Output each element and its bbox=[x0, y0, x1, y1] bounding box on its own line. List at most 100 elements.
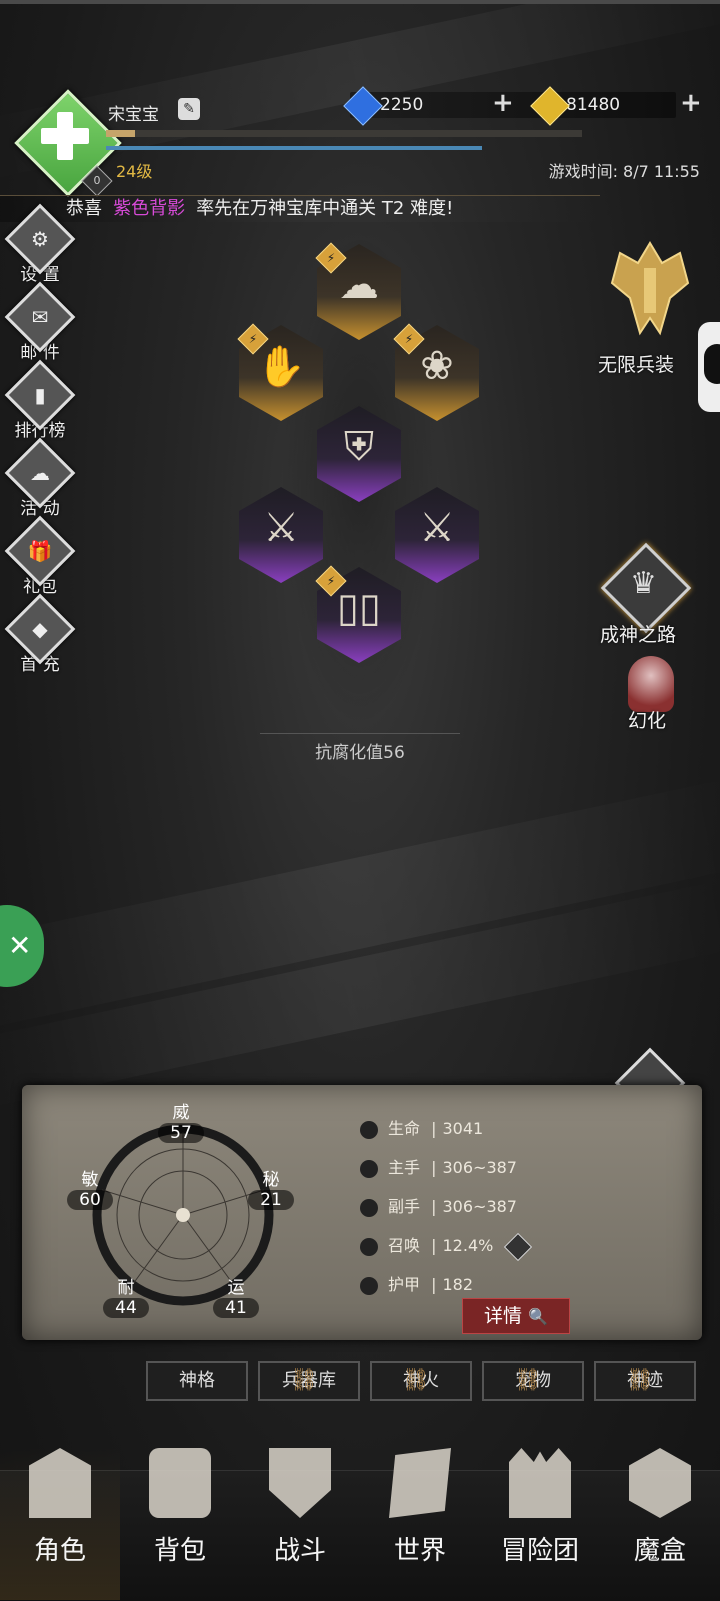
stat-value: 182 bbox=[442, 1275, 474, 1294]
sword-icon bbox=[360, 1159, 378, 1178]
summon-icon bbox=[360, 1237, 378, 1256]
help-icon[interactable] bbox=[504, 1232, 533, 1261]
chain-lock-icon: ⛓ bbox=[514, 1368, 542, 1393]
ranking-button[interactable]: ▮ 排行榜 bbox=[4, 359, 76, 441]
stat-label: 副手 bbox=[388, 1197, 421, 1216]
status-bar bbox=[0, 0, 720, 4]
attribute-mi-label: 秘 bbox=[262, 1170, 280, 1190]
exp-bar bbox=[106, 130, 582, 137]
heart-icon bbox=[360, 1120, 378, 1139]
nav-label: 背包 bbox=[153, 1536, 206, 1566]
stat-row-hp: 生命 | 3041 bbox=[360, 1115, 483, 1139]
nav-label: 角色 bbox=[33, 1536, 86, 1566]
stat-divider: | bbox=[431, 1197, 437, 1216]
diamond-value: 2250 bbox=[380, 95, 424, 115]
mail-button[interactable]: ✉ 邮 件 bbox=[4, 281, 76, 363]
nav-world[interactable]: 世界 bbox=[360, 1448, 480, 1567]
transform-label: 幻化 bbox=[628, 710, 667, 732]
stat-divider: | bbox=[431, 1158, 437, 1177]
tab-divinity[interactable]: 神格 bbox=[146, 1361, 248, 1401]
stat-row-armor: 护甲 | 182 bbox=[360, 1271, 473, 1295]
nav-battle[interactable]: 战斗 bbox=[240, 1448, 360, 1567]
stat-value: 3041 bbox=[442, 1119, 484, 1138]
announcement-text: 率先在万神宝库中通关 T2 难度! bbox=[196, 198, 454, 219]
attribute-wei: 威 57 bbox=[158, 1103, 204, 1143]
attribute-min: 敏 60 bbox=[67, 1170, 113, 1210]
qq-floating-button[interactable] bbox=[698, 322, 720, 412]
nav-character[interactable]: 角色 bbox=[0, 1448, 120, 1600]
gold-value: 81480 bbox=[566, 95, 621, 115]
stat-row-summon: 召唤 | 12.4% bbox=[360, 1232, 533, 1261]
detail-button[interactable]: 详情 🔍 bbox=[462, 1298, 570, 1334]
armor-icon: ⛨ bbox=[344, 424, 374, 470]
chain-lock-icon: ⛓ bbox=[290, 1368, 318, 1393]
player-name: 宋宝宝 bbox=[108, 105, 159, 125]
tab-divine-fire[interactable]: 神火 ⛓ bbox=[370, 1361, 472, 1401]
announcement-bar: 恭喜 紫色背影 率先在万神宝库中通关 T2 难度! bbox=[0, 195, 600, 222]
infinite-weapons-label: 无限兵装 bbox=[598, 354, 675, 376]
first-recharge-button[interactable]: ◆ 首 充 bbox=[4, 593, 76, 675]
attribute-yun: 运 41 bbox=[213, 1278, 259, 1318]
armor-stat-icon bbox=[360, 1276, 378, 1295]
attribute-nai: 耐 44 bbox=[103, 1278, 149, 1318]
tab-pets[interactable]: 宠物 ⛓ bbox=[482, 1361, 584, 1401]
penguin-icon bbox=[704, 344, 720, 384]
attribute-min-label: 敏 bbox=[81, 1170, 99, 1190]
nav-adventure-guild[interactable]: 冒险团 bbox=[480, 1448, 600, 1567]
shield-sword-icon bbox=[269, 1448, 331, 1518]
tab-label: 神格 bbox=[179, 1370, 215, 1391]
edit-name-icon[interactable]: ✎ bbox=[178, 98, 200, 120]
player-level: 24级 bbox=[116, 162, 153, 181]
stat-label: 护甲 bbox=[388, 1275, 421, 1294]
stat-divider: | bbox=[431, 1236, 437, 1255]
attribute-yun-value: 41 bbox=[213, 1298, 259, 1318]
tab-armory[interactable]: 兵器库 ⛓ bbox=[258, 1361, 360, 1401]
stat-value: 306~387 bbox=[442, 1197, 517, 1216]
stat-divider: | bbox=[431, 1119, 437, 1138]
add-diamond-button[interactable]: + bbox=[492, 90, 514, 116]
attribute-mi: 秘 21 bbox=[248, 1170, 294, 1210]
nav-label: 世界 bbox=[393, 1536, 446, 1566]
add-gold-button[interactable]: + bbox=[680, 90, 702, 116]
attribute-yun-label: 运 bbox=[227, 1278, 245, 1298]
stat-label: 主手 bbox=[388, 1158, 421, 1177]
stat-label: 召唤 bbox=[388, 1236, 421, 1255]
path-to-godhood-label: 成神之路 bbox=[600, 624, 677, 646]
stat-divider: | bbox=[431, 1275, 437, 1294]
nav-label: 冒险团 bbox=[500, 1536, 579, 1566]
gift-pack-button[interactable]: 🎁 礼包 bbox=[4, 515, 76, 597]
corruption-resist-value: 抗腐化值56 bbox=[260, 733, 460, 763]
attribute-nai-value: 44 bbox=[103, 1298, 149, 1318]
exp-bar-fill bbox=[106, 130, 135, 137]
attribute-min-value: 60 bbox=[67, 1190, 113, 1210]
cube-icon bbox=[629, 1448, 691, 1518]
event-button[interactable]: ☁ 活 动 bbox=[4, 437, 76, 519]
dagger-icon bbox=[360, 1198, 378, 1217]
attribute-nai-label: 耐 bbox=[117, 1278, 135, 1298]
attribute-mi-value: 21 bbox=[248, 1190, 294, 1210]
game-time: 游戏时间: 8/7 11:55 bbox=[548, 162, 700, 181]
nav-label: 战斗 bbox=[273, 1536, 326, 1566]
progress-bar bbox=[106, 146, 482, 150]
map-scroll-icon bbox=[389, 1448, 451, 1518]
transform-button[interactable] bbox=[628, 656, 674, 712]
plus-icon bbox=[37, 108, 93, 164]
settings-button[interactable]: ⚙ 设 置 bbox=[4, 203, 76, 285]
chain-lock-icon: ⛓ bbox=[626, 1368, 654, 1393]
tab-miracle[interactable]: 神迹 ⛓ bbox=[594, 1361, 696, 1401]
nav-magic-box[interactable]: 魔盒 bbox=[600, 1448, 720, 1567]
stat-value: 12.4% bbox=[442, 1236, 494, 1255]
stat-row-off-hand: 副手 | 306~387 bbox=[360, 1193, 517, 1217]
magnifier-icon: 🔍 bbox=[528, 1307, 548, 1326]
announcement-player: 紫色背影 bbox=[113, 198, 186, 219]
nav-label: 魔盒 bbox=[633, 1536, 686, 1566]
nav-backpack[interactable]: 背包 bbox=[120, 1448, 240, 1567]
blade-icon: ⚔ bbox=[419, 505, 455, 551]
infinite-weapons-icon[interactable] bbox=[600, 238, 700, 338]
chain-lock-icon: ⛓ bbox=[402, 1368, 430, 1393]
attribute-wei-label: 威 bbox=[172, 1103, 190, 1123]
vip-badge: 0 bbox=[81, 165, 113, 197]
detail-label: 详情 bbox=[484, 1305, 523, 1327]
castle-icon bbox=[509, 1448, 571, 1518]
blade-icon: ⚔ bbox=[263, 505, 299, 551]
